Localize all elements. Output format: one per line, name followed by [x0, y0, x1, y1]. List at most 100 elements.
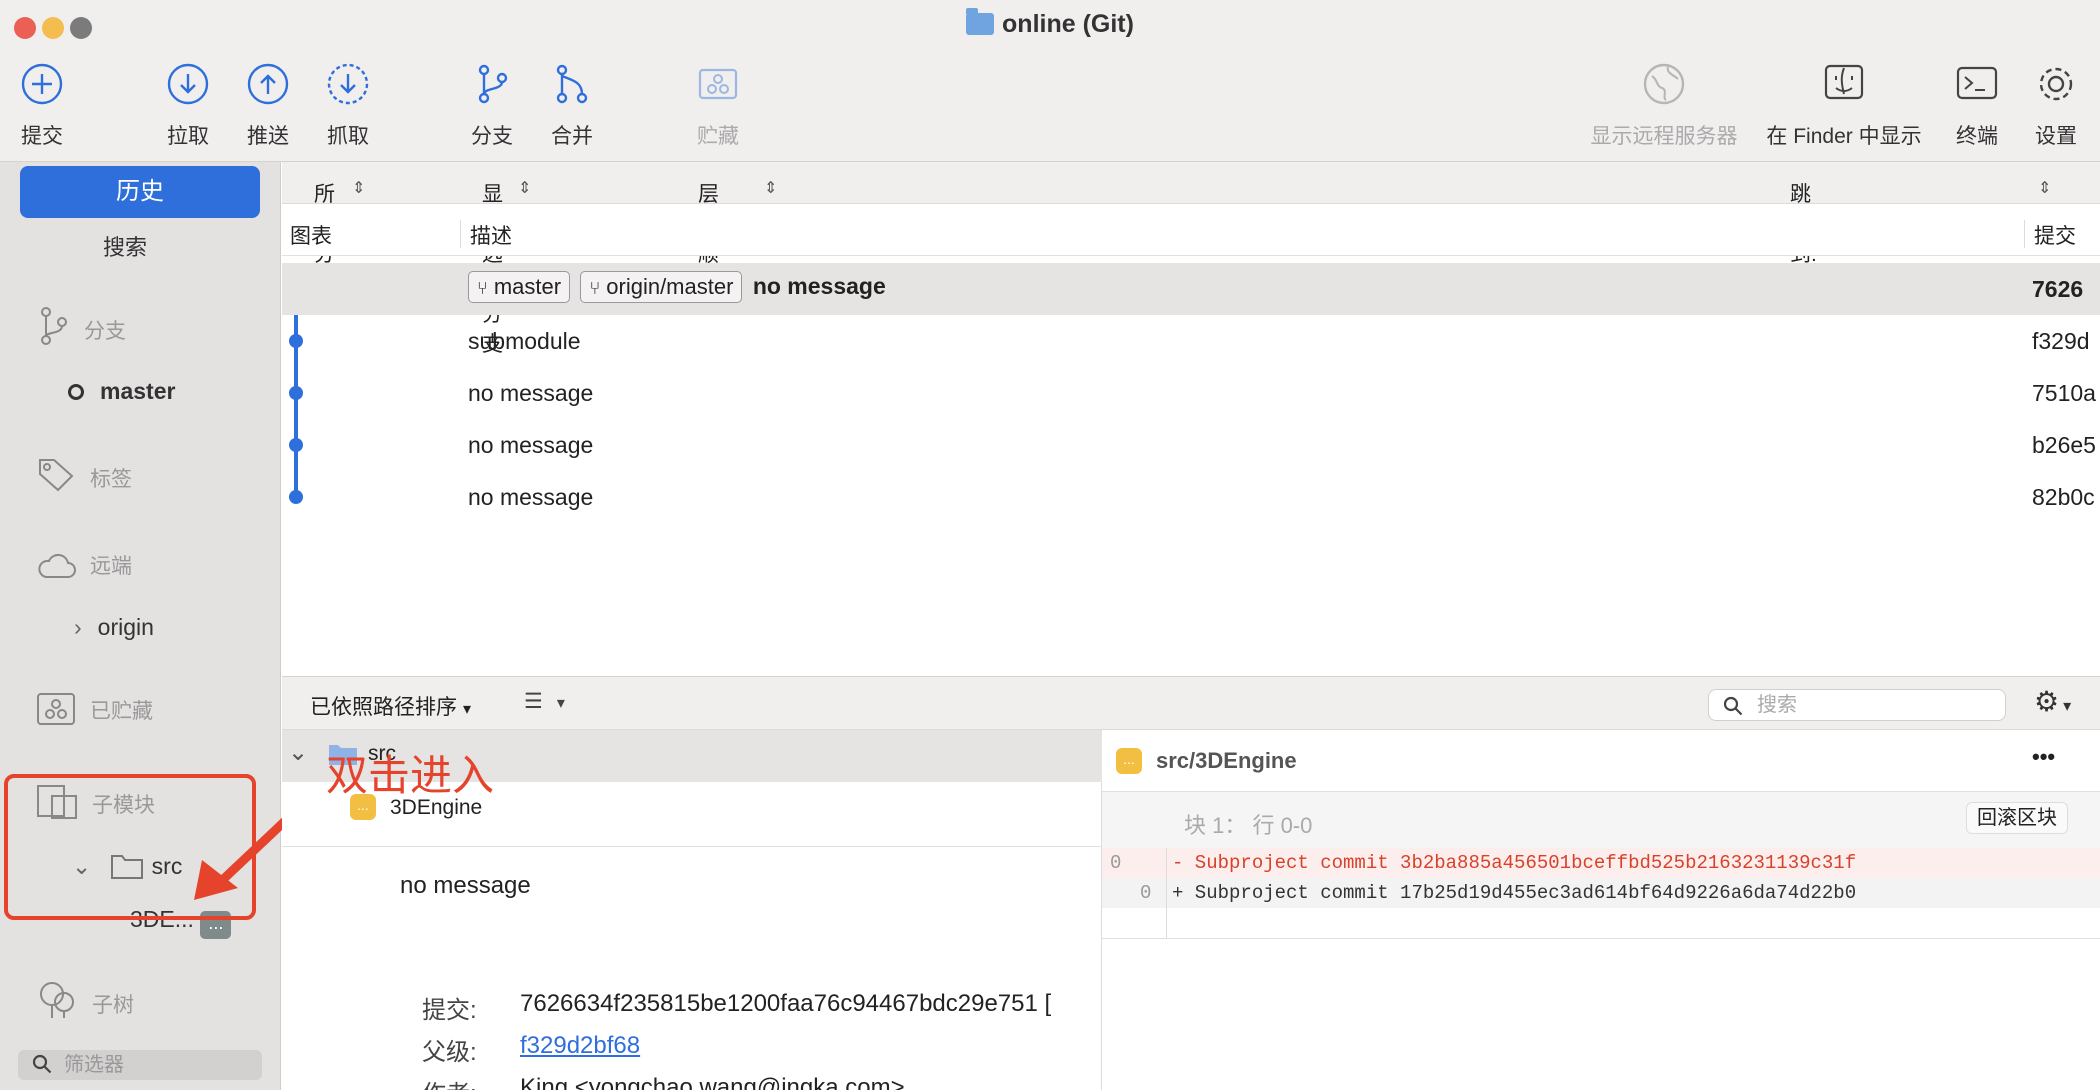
- sidebar-section-remotes[interactable]: 远端: [36, 550, 132, 581]
- branch-icon: [478, 64, 508, 104]
- stash-button[interactable]: 贮藏: [686, 62, 750, 150]
- chevron-down-icon: ⌄: [288, 739, 309, 766]
- current-branch-icon: [68, 384, 84, 400]
- sidebar-item-remote-origin[interactable]: › origin: [74, 614, 154, 641]
- file-search-input[interactable]: 搜索: [1708, 689, 2006, 721]
- window-title: online (Git): [0, 8, 2100, 39]
- new-line-number: 0: [1140, 882, 1152, 904]
- parent-hash-link[interactable]: f329d2bf68: [520, 1032, 640, 1060]
- updown-icon: ⇕: [352, 180, 366, 197]
- stash-icon: [698, 68, 738, 100]
- plus-circle-icon: [21, 63, 63, 105]
- fetch-button[interactable]: 抓取: [316, 62, 380, 150]
- sidebar-section-subtrees[interactable]: 子树: [36, 980, 134, 1020]
- terminal-icon: [1956, 66, 1998, 100]
- author-value: King <yongchao.wang@ingka.com>: [520, 1074, 905, 1090]
- file-list-toolbar: 已依照路径排序 ▾ ☰ ▾ 搜索 ⚙ ▾: [282, 676, 2100, 730]
- commit-description: ⑂ master ⑂ origin/master no message: [468, 271, 886, 303]
- column-commit[interactable]: 提交: [2034, 220, 2076, 250]
- settings-button[interactable]: 设置: [2024, 62, 2088, 150]
- tag-icon: [39, 459, 74, 492]
- stashes-label: 已贮藏: [90, 700, 153, 723]
- sidebar-item-branch-master[interactable]: master: [68, 378, 175, 405]
- list-view-select[interactable]: ☰ ▾: [524, 689, 565, 714]
- commit-row[interactable]: no message 7510a: [282, 367, 2100, 419]
- diff-header: ... src/3DEngine •••: [1102, 730, 2100, 792]
- column-divider: [2024, 220, 2025, 248]
- sidebar-item-history[interactable]: 历史: [20, 166, 260, 218]
- show-in-finder-button[interactable]: 在 Finder 中显示: [1758, 62, 1930, 150]
- show-remote-button[interactable]: 显示远程服务器: [1582, 62, 1746, 150]
- commit-row[interactable]: ⑂ master ⑂ origin/master no message 7626: [282, 263, 2100, 315]
- globe-icon: [1643, 63, 1685, 105]
- commit-label: 提交: [21, 125, 63, 148]
- commit-row[interactable]: no message 82b0c: [282, 471, 2100, 523]
- terminal-label: 终端: [1956, 125, 1998, 148]
- commit-hash: 82b0c: [2032, 484, 2095, 510]
- arrow-down-circle-icon: [167, 63, 209, 105]
- pull-button[interactable]: 拉取: [156, 62, 220, 150]
- revert-hunk-button[interactable]: 回滚区块: [1966, 802, 2068, 834]
- commit-row[interactable]: no message b26e5: [282, 419, 2100, 471]
- commit-list-header: 图表 描述 提交: [282, 204, 2100, 256]
- column-graph[interactable]: 图表: [290, 220, 332, 250]
- removed-line-text: - Subproject commit 3b2ba885a456501bceff…: [1172, 852, 1857, 874]
- search-placeholder: 搜索: [1757, 694, 1797, 716]
- history-filter-bar: 所有分支⇕ 显示远程分支⇕ 层级顺序⇕ 跳转到:⇕: [282, 162, 2100, 356]
- pull-label: 拉取: [167, 125, 209, 148]
- terminal-button[interactable]: 终端: [1945, 62, 2009, 150]
- branch-tag-label: origin/master: [606, 274, 734, 299]
- chevron-right-icon: ›: [74, 614, 82, 640]
- push-label: 推送: [247, 125, 289, 148]
- hunk-label: 块 1： 行 0-0: [1184, 813, 1313, 838]
- commit-row[interactable]: submodule f329d: [282, 315, 2100, 367]
- chevron-down-icon: ▾: [556, 695, 565, 712]
- merge-button[interactable]: 合并: [540, 62, 604, 150]
- branch-tag-origin-master[interactable]: ⑂ origin/master: [580, 271, 743, 303]
- submodule-badge-icon: ...: [1116, 748, 1142, 774]
- annotation-text: 双击进入: [326, 752, 495, 799]
- commit-message: no message: [468, 380, 594, 406]
- gear-icon: ⚙: [2034, 686, 2060, 717]
- subtrees-label: 子树: [92, 994, 134, 1017]
- file-options-menu[interactable]: ⚙ ▾: [2034, 685, 2071, 718]
- sidebar-section-branches[interactable]: 分支: [36, 306, 126, 346]
- sort-by-path-select[interactable]: 已依照路径排序 ▾: [310, 691, 471, 721]
- diff-file-path: src/3DEngine: [1156, 748, 1297, 773]
- window-title-text: online (Git): [1002, 10, 1134, 38]
- subtree-icon: [40, 982, 74, 1018]
- stash-label: 贮藏: [697, 125, 739, 148]
- branch-tag-master[interactable]: ⑂ master: [468, 271, 571, 303]
- commit-hash: 7510a: [2032, 380, 2096, 406]
- gear-icon: [2039, 67, 2073, 101]
- sidebar-item-search[interactable]: 搜索: [0, 230, 250, 262]
- commit-hash: 7626: [2032, 276, 2084, 302]
- branch-icon: [41, 307, 67, 345]
- sidebar: 历史 搜索 分支 master 标签 远端 › origin 已贮藏 子模块 ⌄ …: [0, 162, 281, 1090]
- show-in-finder-label: 在 Finder 中显示: [1766, 125, 1922, 148]
- sidebar-section-stashes[interactable]: 已贮藏: [36, 692, 153, 726]
- fetch-icon: [327, 63, 369, 105]
- column-description[interactable]: 描述: [470, 220, 512, 250]
- branches-label: 分支: [84, 320, 126, 343]
- hunk-header: 块 1： 行 0-0 回滚区块: [1102, 792, 2100, 848]
- more-options-icon[interactable]: •••: [2032, 744, 2055, 770]
- author-label: 作者:: [422, 1074, 477, 1090]
- folder-icon: [966, 8, 995, 35]
- commit-button[interactable]: 提交: [10, 62, 74, 150]
- gutter-divider: [1166, 848, 1167, 938]
- divider: [1102, 938, 2100, 939]
- chevron-down-icon: ▾: [2063, 698, 2072, 715]
- commit-full-hash: 7626634f235815be1200faa76c94467bdc29e751…: [520, 990, 1052, 1017]
- branch-master-label: master: [100, 378, 176, 404]
- diff-line-removed: 0 - Subproject commit 3b2ba885a456501bce…: [1102, 848, 2100, 878]
- diff-pane: ... src/3DEngine ••• 块 1： 行 0-0 回滚区块 0 -…: [1102, 730, 2100, 1090]
- branch-button[interactable]: 分支: [460, 62, 524, 150]
- sidebar-filter-input[interactable]: 筛选器: [18, 1050, 262, 1080]
- commit-message: no message: [468, 484, 594, 510]
- sidebar-section-tags[interactable]: 标签: [36, 454, 132, 494]
- branch-icon: ⑂: [477, 278, 488, 298]
- branch-label: 分支: [471, 125, 513, 148]
- sort-label: 已依照路径排序: [310, 696, 457, 719]
- push-button[interactable]: 推送: [236, 62, 300, 150]
